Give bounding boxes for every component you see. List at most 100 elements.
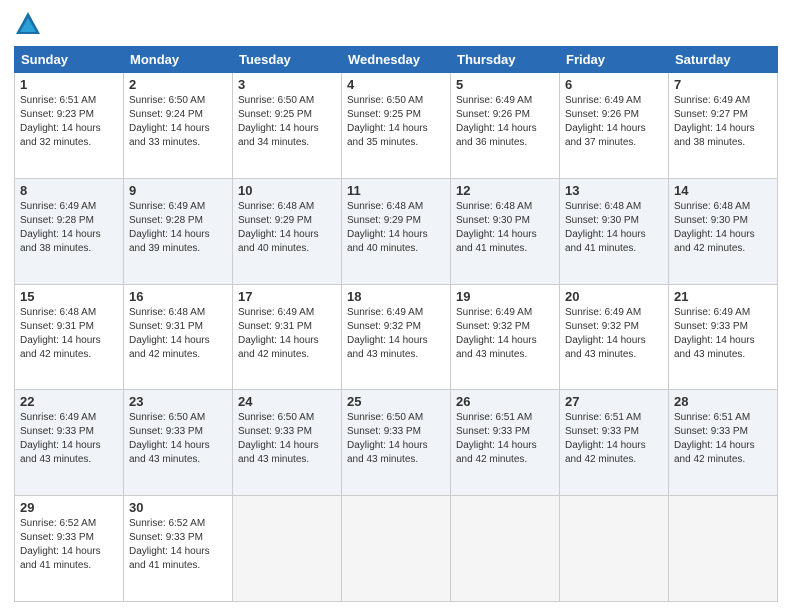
day-info: Sunrise: 6:51 AMSunset: 9:33 PMDaylight:… — [674, 411, 772, 467]
day-number: 11 — [347, 183, 445, 198]
day-info: Sunrise: 6:49 AMSunset: 9:32 PMDaylight:… — [456, 306, 554, 362]
calendar-cell — [233, 496, 342, 602]
day-number: 27 — [565, 394, 663, 409]
calendar-cell: 20Sunrise: 6:49 AMSunset: 9:32 PMDayligh… — [560, 284, 669, 390]
calendar-cell: 30 Sunrise: 6:52 AMSunset: 9:33 PMDayligh… — [124, 496, 233, 602]
calendar-cell: 10 Sunrise: 6:48 AMSunset: 9:29 PMDayligh… — [233, 178, 342, 284]
calendar-cell: 4 Sunrise: 6:50 AMSunset: 9:25 PMDaylight… — [342, 73, 451, 179]
calendar-cell: 24 Sunrise: 6:50 AMSunset: 9:33 PMDayligh… — [233, 390, 342, 496]
day-number: 1 — [20, 77, 118, 92]
day-info: Sunrise: 6:48 AMSunset: 9:30 PMDaylight:… — [565, 200, 663, 256]
calendar-cell: 15 Sunrise: 6:48 AMSunset: 9:31 PMDayligh… — [15, 284, 124, 390]
calendar-cell: 9 Sunrise: 6:49 AMSunset: 9:28 PMDaylight… — [124, 178, 233, 284]
calendar-cell — [451, 496, 560, 602]
week-row-2: 8Sunrise: 6:49 AMSunset: 9:28 PMDaylight… — [15, 178, 778, 284]
day-number: 17 — [238, 289, 336, 304]
day-number: 30 — [129, 500, 227, 515]
day-number: 3 — [238, 77, 336, 92]
calendar-cell: 25 Sunrise: 6:50 AMSunset: 9:33 PMDayligh… — [342, 390, 451, 496]
day-number: 4 — [347, 77, 445, 92]
calendar-table: SundayMondayTuesdayWednesdayThursdayFrid… — [14, 46, 778, 602]
calendar-cell: 2 Sunrise: 6:50 AMSunset: 9:24 PMDaylight… — [124, 73, 233, 179]
calendar-cell: 29Sunrise: 6:52 AMSunset: 9:33 PMDayligh… — [15, 496, 124, 602]
day-info: Sunrise: 6:48 AMSunset: 9:31 PMDaylight:… — [20, 306, 118, 362]
day-number: 21 — [674, 289, 772, 304]
weekday-header-saturday: Saturday — [669, 47, 778, 73]
week-row-3: 15 Sunrise: 6:48 AMSunset: 9:31 PMDayligh… — [15, 284, 778, 390]
weekday-header-sunday: Sunday — [15, 47, 124, 73]
day-info: Sunrise: 6:48 AMSunset: 9:30 PMDaylight:… — [456, 200, 554, 256]
day-info: Sunrise: 6:49 AMSunset: 9:31 PMDaylight:… — [238, 306, 336, 362]
day-number: 23 — [129, 394, 227, 409]
day-info: Sunrise: 6:51 AMSunset: 9:23 PMDaylight:… — [20, 94, 118, 150]
calendar-cell: 21 Sunrise: 6:49 AMSunset: 9:33 PMDayligh… — [669, 284, 778, 390]
day-info: Sunrise: 6:49 AMSunset: 9:26 PMDaylight:… — [565, 94, 663, 150]
week-row-5: 29Sunrise: 6:52 AMSunset: 9:33 PMDayligh… — [15, 496, 778, 602]
calendar-cell: 8Sunrise: 6:49 AMSunset: 9:28 PMDaylight… — [15, 178, 124, 284]
calendar-cell: 16 Sunrise: 6:48 AMSunset: 9:31 PMDayligh… — [124, 284, 233, 390]
calendar-cell: 17 Sunrise: 6:49 AMSunset: 9:31 PMDayligh… — [233, 284, 342, 390]
day-info: Sunrise: 6:48 AMSunset: 9:29 PMDaylight:… — [347, 200, 445, 256]
day-info: Sunrise: 6:49 AMSunset: 9:28 PMDaylight:… — [20, 200, 118, 256]
page: SundayMondayTuesdayWednesdayThursdayFrid… — [0, 0, 792, 612]
day-number: 10 — [238, 183, 336, 198]
day-number: 19 — [456, 289, 554, 304]
week-row-1: 1 Sunrise: 6:51 AMSunset: 9:23 PMDaylight… — [15, 73, 778, 179]
day-info: Sunrise: 6:50 AMSunset: 9:33 PMDaylight:… — [129, 411, 227, 467]
week-row-4: 22Sunrise: 6:49 AMSunset: 9:33 PMDayligh… — [15, 390, 778, 496]
calendar-cell: 3Sunrise: 6:50 AMSunset: 9:25 PMDaylight… — [233, 73, 342, 179]
logo-icon — [14, 10, 42, 38]
day-number: 24 — [238, 394, 336, 409]
day-number: 13 — [565, 183, 663, 198]
day-number: 5 — [456, 77, 554, 92]
calendar-cell: 6 Sunrise: 6:49 AMSunset: 9:26 PMDaylight… — [560, 73, 669, 179]
day-info: Sunrise: 6:49 AMSunset: 9:28 PMDaylight:… — [129, 200, 227, 256]
weekday-header-row: SundayMondayTuesdayWednesdayThursdayFrid… — [15, 47, 778, 73]
day-number: 25 — [347, 394, 445, 409]
calendar-cell — [560, 496, 669, 602]
calendar-cell: 1 Sunrise: 6:51 AMSunset: 9:23 PMDaylight… — [15, 73, 124, 179]
day-info: Sunrise: 6:49 AMSunset: 9:33 PMDaylight:… — [20, 411, 118, 467]
calendar-cell: 14 Sunrise: 6:48 AMSunset: 9:30 PMDayligh… — [669, 178, 778, 284]
weekday-header-friday: Friday — [560, 47, 669, 73]
weekday-header-wednesday: Wednesday — [342, 47, 451, 73]
day-number: 7 — [674, 77, 772, 92]
day-info: Sunrise: 6:48 AMSunset: 9:31 PMDaylight:… — [129, 306, 227, 362]
day-number: 18 — [347, 289, 445, 304]
calendar-cell: 13 Sunrise: 6:48 AMSunset: 9:30 PMDayligh… — [560, 178, 669, 284]
day-number: 6 — [565, 77, 663, 92]
calendar-cell: 11 Sunrise: 6:48 AMSunset: 9:29 PMDayligh… — [342, 178, 451, 284]
day-number: 14 — [674, 183, 772, 198]
calendar-cell — [669, 496, 778, 602]
day-number: 26 — [456, 394, 554, 409]
weekday-header-tuesday: Tuesday — [233, 47, 342, 73]
day-info: Sunrise: 6:48 AMSunset: 9:30 PMDaylight:… — [674, 200, 772, 256]
day-info: Sunrise: 6:50 AMSunset: 9:33 PMDaylight:… — [347, 411, 445, 467]
calendar-cell: 5 Sunrise: 6:49 AMSunset: 9:26 PMDaylight… — [451, 73, 560, 179]
calendar-cell: 23 Sunrise: 6:50 AMSunset: 9:33 PMDayligh… — [124, 390, 233, 496]
day-number: 9 — [129, 183, 227, 198]
calendar-cell: 22Sunrise: 6:49 AMSunset: 9:33 PMDayligh… — [15, 390, 124, 496]
day-info: Sunrise: 6:52 AMSunset: 9:33 PMDaylight:… — [129, 517, 227, 573]
day-number: 15 — [20, 289, 118, 304]
day-info: Sunrise: 6:52 AMSunset: 9:33 PMDaylight:… — [20, 517, 118, 573]
day-info: Sunrise: 6:49 AMSunset: 9:33 PMDaylight:… — [674, 306, 772, 362]
calendar-cell — [342, 496, 451, 602]
day-info: Sunrise: 6:50 AMSunset: 9:33 PMDaylight:… — [238, 411, 336, 467]
logo — [14, 10, 46, 38]
day-number: 2 — [129, 77, 227, 92]
day-info: Sunrise: 6:51 AMSunset: 9:33 PMDaylight:… — [565, 411, 663, 467]
calendar-cell: 18Sunrise: 6:49 AMSunset: 9:32 PMDayligh… — [342, 284, 451, 390]
calendar-cell: 26Sunrise: 6:51 AMSunset: 9:33 PMDayligh… — [451, 390, 560, 496]
day-info: Sunrise: 6:49 AMSunset: 9:26 PMDaylight:… — [456, 94, 554, 150]
weekday-header-thursday: Thursday — [451, 47, 560, 73]
day-info: Sunrise: 6:50 AMSunset: 9:24 PMDaylight:… — [129, 94, 227, 150]
day-info: Sunrise: 6:50 AMSunset: 9:25 PMDaylight:… — [347, 94, 445, 150]
weekday-header-monday: Monday — [124, 47, 233, 73]
day-number: 16 — [129, 289, 227, 304]
day-info: Sunrise: 6:48 AMSunset: 9:29 PMDaylight:… — [238, 200, 336, 256]
header — [14, 10, 778, 38]
day-info: Sunrise: 6:49 AMSunset: 9:32 PMDaylight:… — [565, 306, 663, 362]
day-number: 28 — [674, 394, 772, 409]
calendar-cell: 28 Sunrise: 6:51 AMSunset: 9:33 PMDayligh… — [669, 390, 778, 496]
